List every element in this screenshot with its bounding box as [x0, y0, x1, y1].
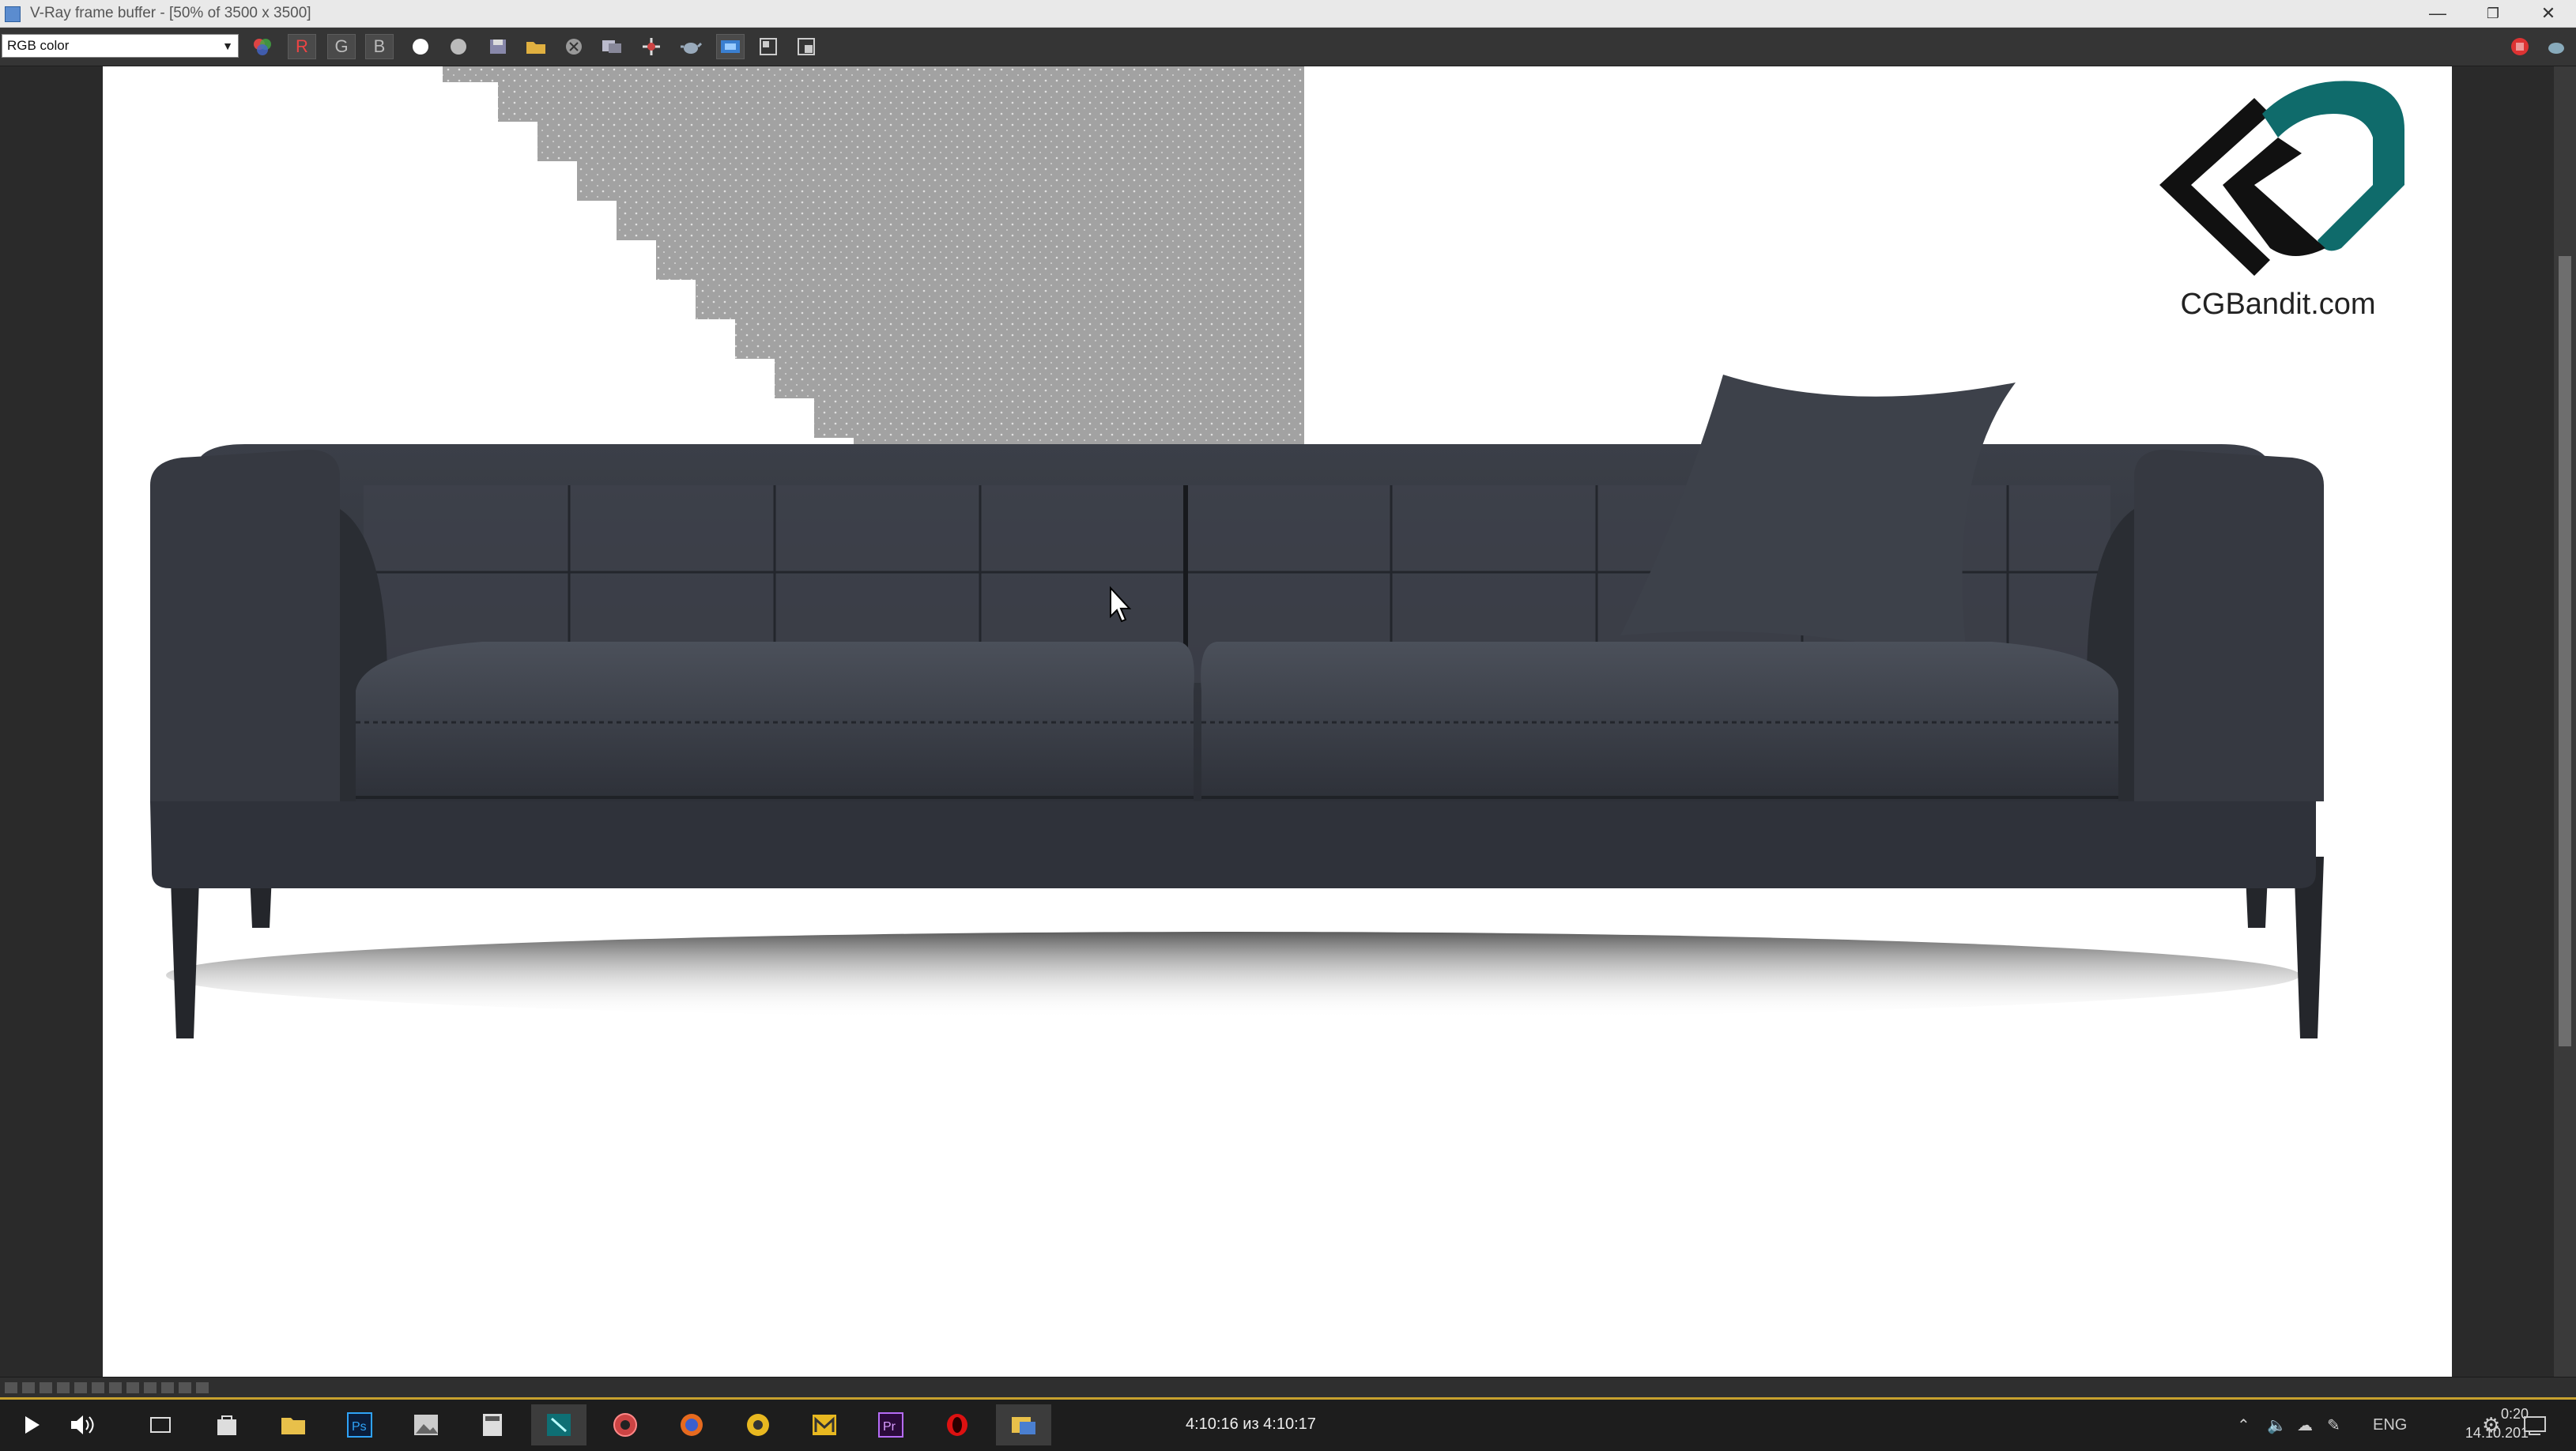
tray-cloud-icon[interactable]: ☁ [2297, 1400, 2313, 1451]
image-viewer-icon[interactable] [398, 1404, 454, 1445]
window-title: V-Ray frame buffer - [50% of 3500 x 3500… [30, 5, 311, 21]
show-corrections-icon[interactable] [716, 34, 745, 59]
tray-chevron-icon[interactable]: ⌃ [2237, 1400, 2250, 1451]
white-circle-icon[interactable] [406, 34, 435, 59]
gear-icon[interactable]: ⚙ [2482, 1400, 2500, 1451]
tray-pen-icon[interactable]: ✎ [2327, 1400, 2340, 1451]
vray-app-icon [5, 6, 21, 22]
red-channel-button[interactable]: R [288, 34, 316, 59]
language-indicator[interactable]: ENG [2373, 1400, 2407, 1451]
green-channel-button[interactable]: G [327, 34, 356, 59]
history-icon[interactable] [144, 1382, 157, 1393]
history-icon[interactable] [57, 1382, 70, 1393]
channel-select[interactable]: RGB color ▼ [2, 34, 239, 58]
store-icon[interactable] [199, 1404, 255, 1445]
minimize-button[interactable]: — [2410, 0, 2465, 27]
vertical-scrollbar[interactable] [2554, 66, 2576, 1377]
firefox-icon[interactable] [664, 1404, 719, 1445]
notification-icon[interactable] [2523, 1400, 2547, 1451]
video-time-position: 4:10:16 из 4:10:17 [1186, 1415, 1316, 1433]
history-icon[interactable] [40, 1382, 52, 1393]
history-icon[interactable] [22, 1382, 35, 1393]
task-view-icon[interactable] [133, 1404, 188, 1445]
svg-text:Ps: Ps [352, 1420, 367, 1434]
track-mouse-icon[interactable] [637, 34, 666, 59]
frame-buffer-viewport: CGBandit.com [0, 66, 2576, 1377]
render-progress-region [443, 66, 1304, 509]
clear-image-icon[interactable] [560, 34, 588, 59]
media-player-icon[interactable] [598, 1404, 653, 1445]
history-icon[interactable] [126, 1382, 139, 1393]
alpha-circle-icon[interactable] [444, 34, 473, 59]
history-icon[interactable] [161, 1382, 174, 1393]
file-explorer-icon[interactable] [266, 1404, 321, 1445]
restore-button[interactable]: ❐ [2465, 0, 2521, 27]
opera-icon[interactable] [930, 1404, 985, 1445]
history-icon[interactable] [5, 1382, 17, 1393]
render-settings-icon[interactable] [2542, 34, 2570, 59]
premiere-icon[interactable]: Pr [863, 1404, 918, 1445]
svg-text:Pr: Pr [883, 1420, 896, 1434]
scrollbar-thumb[interactable] [2559, 256, 2571, 1046]
cgbandit-logo-mark [2159, 81, 2404, 276]
photoshop-icon[interactable]: Ps [332, 1404, 387, 1445]
channel-select-value: RGB color [7, 38, 70, 53]
render-image: CGBandit.com [103, 66, 2452, 1377]
active-window-icon[interactable] [996, 1404, 1051, 1445]
play-icon[interactable] [3, 1404, 58, 1445]
cgbandit-logo: CGBandit.com [2136, 66, 2420, 335]
teapot-render-icon[interactable] [677, 34, 705, 59]
tray-volume-icon[interactable]: 🔈 [2267, 1400, 2287, 1451]
chrome-like-icon[interactable] [730, 1404, 786, 1445]
color-correction-icon[interactable] [248, 34, 277, 59]
mail-icon[interactable] [797, 1404, 852, 1445]
history-icon[interactable] [109, 1382, 122, 1393]
history-icon[interactable] [196, 1382, 209, 1393]
duplicate-to-mtl-editor-icon[interactable] [598, 34, 626, 59]
vfb-history-strip [0, 1377, 2576, 1398]
save-image-icon[interactable] [484, 34, 512, 59]
chevron-down-icon: ▼ [222, 40, 233, 52]
close-button[interactable]: ✕ [2521, 0, 2576, 27]
sofa-render [150, 66, 2324, 1038]
region-render-icon[interactable] [792, 34, 820, 59]
title-bar: V-Ray frame buffer - [50% of 3500 x 3500… [0, 0, 2576, 28]
stop-render-icon[interactable] [2506, 34, 2534, 59]
calculator-icon[interactable] [465, 1404, 520, 1445]
3dsmax-icon[interactable] [531, 1404, 586, 1445]
volume-icon[interactable] [57, 1404, 112, 1445]
history-icon[interactable] [92, 1382, 104, 1393]
history-icon[interactable] [74, 1382, 87, 1393]
cgbandit-logo-text: CGBandit.com [2180, 288, 2376, 321]
blue-channel-button[interactable]: B [365, 34, 394, 59]
open-folder-icon[interactable] [522, 34, 550, 59]
taskbar: Ps Pr 4:10:16 из 4:10:17 ⌃ 🔈 ☁ ✎ ENG 0:2… [0, 1397, 2576, 1451]
pixel-info-icon[interactable] [754, 34, 783, 59]
vfb-toolbar: RGB color ▼ R G B [0, 28, 2576, 66]
history-icon[interactable] [179, 1382, 191, 1393]
